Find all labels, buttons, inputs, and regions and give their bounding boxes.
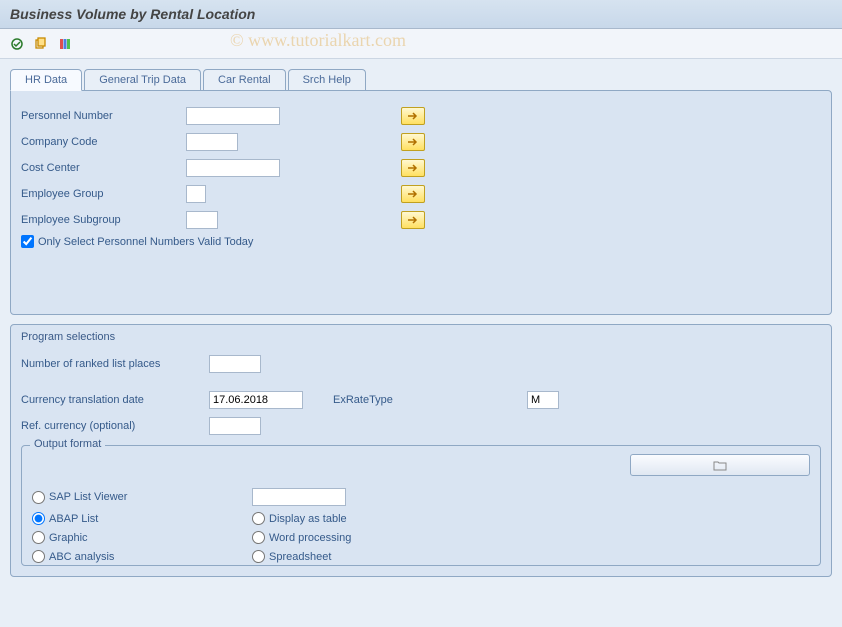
- radio-spreadsheet[interactable]: Spreadsheet: [252, 550, 472, 563]
- radio-abc[interactable]: ABC analysis: [32, 550, 252, 563]
- personnel-number-input[interactable]: [186, 107, 280, 125]
- tab-panel-hr: Personnel Number Company Code Cost Cente…: [10, 90, 832, 315]
- tab-car-rental[interactable]: Car Rental: [203, 69, 286, 91]
- layout-input[interactable]: [252, 488, 346, 506]
- tab-general-trip[interactable]: General Trip Data: [84, 69, 201, 91]
- emp-subgroup-multi-btn[interactable]: [401, 211, 425, 229]
- ranked-input[interactable]: [209, 355, 261, 373]
- radio-abc-input[interactable]: [32, 550, 45, 563]
- emp-subgroup-label: Employee Subgroup: [21, 214, 186, 226]
- emp-group-label: Employee Group: [21, 188, 186, 200]
- radio-abap-list[interactable]: ABAP List: [32, 512, 252, 525]
- layout-icon[interactable]: [56, 35, 74, 53]
- radio-spreadsheet-label: Spreadsheet: [269, 551, 331, 563]
- radio-display-table-input[interactable]: [252, 512, 265, 525]
- cost-center-input[interactable]: [186, 159, 280, 177]
- personnel-number-label: Personnel Number: [21, 110, 186, 122]
- emp-subgroup-input[interactable]: [186, 211, 218, 229]
- folder-icon: [713, 459, 727, 471]
- radio-graphic-label: Graphic: [49, 532, 88, 544]
- program-selections-title: Program selections: [21, 329, 821, 353]
- radio-word-label: Word processing: [269, 532, 351, 544]
- company-code-input[interactable]: [186, 133, 238, 151]
- radio-abc-label: ABC analysis: [49, 551, 114, 563]
- toolbar: [0, 29, 842, 59]
- radio-sap-list-input[interactable]: [32, 491, 45, 504]
- cost-center-label: Cost Center: [21, 162, 186, 174]
- radio-abap-list-input[interactable]: [32, 512, 45, 525]
- variant-icon[interactable]: [32, 35, 50, 53]
- radio-display-table[interactable]: Display as table: [252, 512, 472, 525]
- page-title: Business Volume by Rental Location: [10, 6, 255, 22]
- cost-center-multi-btn[interactable]: [401, 159, 425, 177]
- radio-word[interactable]: Word processing: [252, 531, 472, 544]
- radio-sap-list-label: SAP List Viewer: [49, 491, 127, 503]
- currency-date-label: Currency translation date: [21, 394, 209, 406]
- execute-icon[interactable]: [8, 35, 26, 53]
- ref-currency-label: Ref. currency (optional): [21, 420, 209, 432]
- emp-group-multi-btn[interactable]: [401, 185, 425, 203]
- radio-display-table-label: Display as table: [269, 513, 347, 525]
- radio-abap-list-label: ABAP List: [49, 513, 98, 525]
- only-valid-label: Only Select Personnel Numbers Valid Toda…: [38, 236, 253, 248]
- tabs-row: HR Data General Trip Data Car Rental Src…: [0, 59, 842, 91]
- tab-srch-help[interactable]: Srch Help: [288, 69, 366, 91]
- tab-hr-data[interactable]: HR Data: [10, 69, 82, 91]
- ref-currency-input[interactable]: [209, 417, 261, 435]
- exrate-label: ExRateType: [333, 394, 521, 406]
- exrate-input[interactable]: [527, 391, 559, 409]
- output-format-fieldset: Output format SAP List Viewer ABAP List …: [21, 445, 821, 566]
- emp-group-input[interactable]: [186, 185, 206, 203]
- radio-graphic[interactable]: Graphic: [32, 531, 252, 544]
- output-layout-button[interactable]: [630, 454, 810, 476]
- personnel-number-multi-btn[interactable]: [401, 107, 425, 125]
- program-selections-section: Program selections Number of ranked list…: [10, 324, 832, 577]
- radio-sap-list[interactable]: SAP List Viewer: [32, 488, 252, 506]
- currency-date-input[interactable]: [209, 391, 303, 409]
- radio-graphic-input[interactable]: [32, 531, 45, 544]
- only-valid-checkbox[interactable]: [21, 235, 34, 248]
- ranked-label: Number of ranked list places: [21, 358, 209, 370]
- radio-spreadsheet-input[interactable]: [252, 550, 265, 563]
- output-format-title: Output format: [30, 438, 105, 450]
- company-code-multi-btn[interactable]: [401, 133, 425, 151]
- company-code-label: Company Code: [21, 136, 186, 148]
- radio-word-input[interactable]: [252, 531, 265, 544]
- title-bar: Business Volume by Rental Location: [0, 0, 842, 29]
